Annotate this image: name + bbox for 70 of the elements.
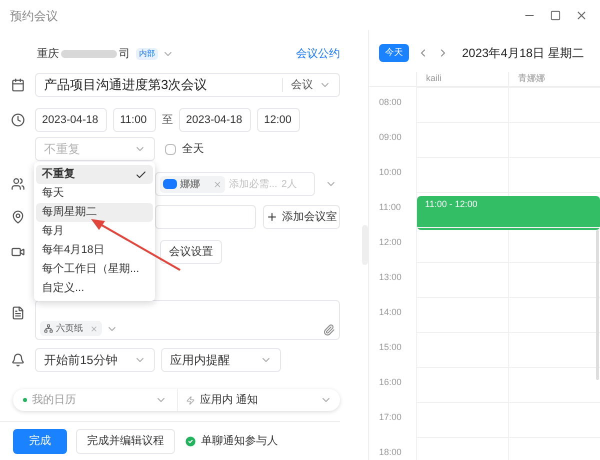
hour-label: 11:00 xyxy=(379,202,401,212)
remove-icon[interactable] xyxy=(90,324,98,332)
remove-icon[interactable] xyxy=(213,180,222,188)
video-icon xyxy=(10,245,24,259)
participants-field[interactable]: 娜娜 添加必需... 2人 xyxy=(155,172,315,196)
notes-icon xyxy=(10,306,24,320)
end-time-field[interactable]: 12:00 xyxy=(257,108,300,132)
repeat-menu-item[interactable]: 每月 xyxy=(36,222,153,241)
end-date-field[interactable]: 2023-04-18 xyxy=(179,108,251,132)
all-day-label: 全天 xyxy=(182,142,204,157)
people-icon xyxy=(10,177,24,191)
hour-label: 13:00 xyxy=(379,272,402,282)
repeat-menu-item[interactable]: 每周星期二 xyxy=(36,203,153,222)
reminder-method-select[interactable]: 应用内提醒 xyxy=(161,348,281,372)
close-icon[interactable] xyxy=(575,8,588,22)
scrollbar[interactable] xyxy=(596,230,599,380)
repeat-menu-item[interactable]: 自定义... xyxy=(36,279,153,298)
all-day-checkbox[interactable] xyxy=(165,144,176,154)
done-button[interactable]: 完成 xyxy=(13,429,67,454)
avatar-icon xyxy=(163,179,177,189)
hour-label: 09:00 xyxy=(379,132,402,142)
organization-name: 重庆 xyxy=(37,46,59,62)
location-icon xyxy=(10,210,24,224)
reminder-time-select[interactable]: 开始前15分钟 xyxy=(35,348,155,372)
meeting-convention-link[interactable]: 会议公约 xyxy=(296,46,340,62)
participant-chip: 娜娜 xyxy=(160,176,225,192)
clock-icon xyxy=(10,113,24,127)
participant-count: 2人 xyxy=(281,178,297,192)
add-room-button[interactable]: 添加会议室 xyxy=(263,205,340,229)
location-field[interactable] xyxy=(155,205,256,229)
attachment-icon[interactable] xyxy=(323,324,335,336)
participants-placeholder: 添加必需... xyxy=(229,178,278,192)
bell-icon xyxy=(10,353,24,367)
hour-label: 18:00 xyxy=(379,446,402,456)
done-and-edit-button[interactable]: 完成并编辑议程 xyxy=(76,429,175,454)
start-time-field[interactable]: 11:00 xyxy=(113,108,156,132)
hour-label: 17:00 xyxy=(379,412,402,422)
attachment-chip[interactable]: 六页纸 xyxy=(40,321,102,336)
nodes-icon xyxy=(44,324,53,333)
check-icon xyxy=(135,168,147,180)
hour-label: 12:00 xyxy=(379,236,402,246)
hour-label: 14:00 xyxy=(379,306,402,316)
window-title: 预约会议 xyxy=(10,8,58,25)
hour-label: 16:00 xyxy=(379,376,402,386)
organization-name-end: 司 xyxy=(119,46,130,62)
meeting-settings-button[interactable]: 会议设置 xyxy=(160,240,222,264)
notify-participants-label: 单聊通知参与人 xyxy=(201,434,278,450)
repeat-menu-item[interactable]: 每个工作日（星期... xyxy=(36,260,153,279)
blurred-text xyxy=(61,50,117,58)
lightning-icon xyxy=(186,396,195,404)
repeat-menu-item[interactable]: 每天 xyxy=(36,184,153,203)
maximize-icon[interactable] xyxy=(550,10,561,20)
meeting-title-field[interactable]: 产品项目沟通进度第3次会议 会议 xyxy=(35,73,340,97)
notify-select[interactable]: 应用内 通知 xyxy=(178,392,340,408)
calendar-date: 2023年4月18日 星期二 xyxy=(462,45,584,62)
column-header: kaili xyxy=(426,73,442,83)
notify-checkbox[interactable] xyxy=(184,435,197,448)
hour-label: 15:00 xyxy=(379,342,402,352)
hour-label: 10:00 xyxy=(379,166,402,176)
repeat-menu-item[interactable]: 每年4月18日 xyxy=(36,241,153,260)
start-date-field[interactable]: 2023-04-18 xyxy=(35,108,107,132)
hour-label: 08:00 xyxy=(379,96,402,106)
repeat-menu-item[interactable]: 不重复 xyxy=(36,165,153,184)
plus-icon xyxy=(266,211,278,223)
calendar-icon xyxy=(10,78,24,92)
column-header: 青娜娜 xyxy=(518,73,545,83)
internal-badge: 内部 xyxy=(136,48,158,60)
today-button[interactable]: 今天 xyxy=(379,44,409,62)
meeting-type-select[interactable]: 会议 xyxy=(283,76,339,94)
range-separator: 至 xyxy=(162,112,173,128)
